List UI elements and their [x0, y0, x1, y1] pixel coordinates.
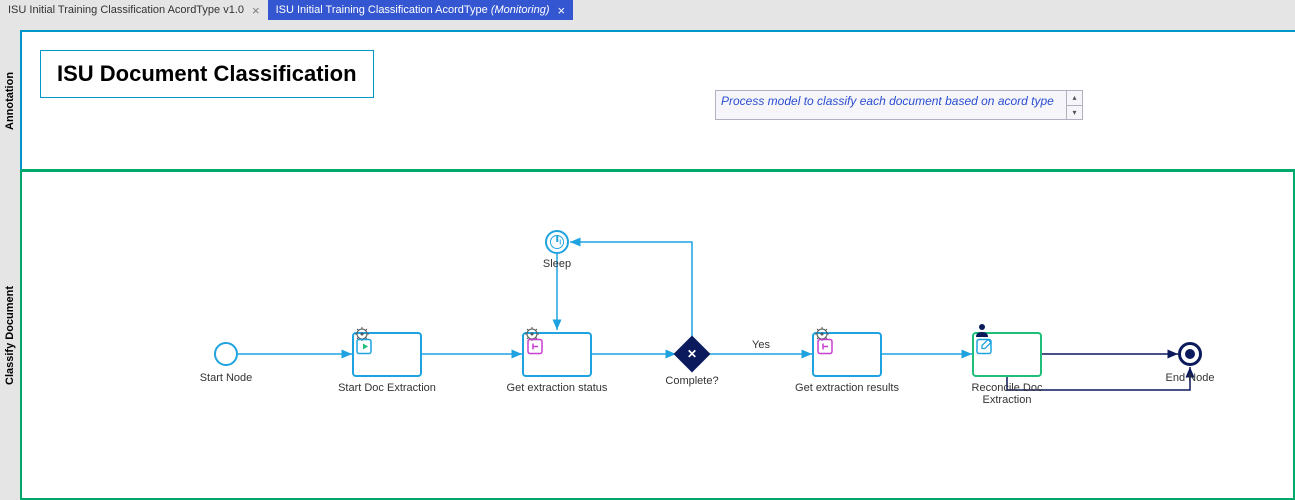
subprocess-icon	[814, 334, 880, 375]
chevron-up-icon[interactable]: ▴	[1067, 91, 1082, 106]
close-icon[interactable]: ×	[252, 3, 260, 18]
start-node[interactable]	[214, 342, 238, 366]
node-label: Sleep	[543, 258, 571, 270]
description-box: Process model to classify each document …	[715, 90, 1083, 120]
description-text[interactable]: Process model to classify each document …	[716, 91, 1066, 119]
node-label: Reconcile Doc Extraction	[952, 382, 1062, 406]
activity-reconcile-doc-extraction[interactable]	[972, 332, 1042, 377]
activity-start-doc-extraction[interactable]	[352, 332, 422, 377]
node-label: End Node	[1166, 372, 1215, 384]
end-node[interactable]	[1178, 342, 1202, 366]
node-label: Complete?	[665, 375, 718, 387]
lane-label-annotation: Annotation	[0, 32, 20, 170]
node-label: Start Node	[200, 372, 253, 384]
subprocess-play-icon	[354, 334, 420, 375]
tab-bar: ISU Initial Training Classification Acor…	[0, 0, 1295, 20]
node-label: Start Doc Extraction	[327, 382, 447, 394]
chevron-down-icon[interactable]: ▾	[1067, 106, 1082, 120]
tab-active[interactable]: ISU Initial Training Classification Acor…	[268, 0, 574, 20]
tab-inactive[interactable]: ISU Initial Training Classification Acor…	[0, 0, 268, 20]
close-icon[interactable]: ×	[558, 3, 566, 18]
edges-layer	[22, 172, 1293, 498]
subprocess-icon	[524, 334, 590, 375]
tab-label: ISU Initial Training Classification Acor…	[8, 4, 244, 16]
node-label: Get extraction status	[487, 382, 627, 394]
lane-label-classify: Classify Document	[0, 170, 20, 500]
edit-task-icon	[974, 334, 1040, 375]
edge-label-yes: Yes	[752, 339, 770, 351]
timer-event-sleep[interactable]	[545, 230, 569, 254]
process-title: ISU Document Classification	[40, 50, 374, 98]
node-label: Get extraction results	[777, 382, 917, 394]
process-canvas: Annotation Classify Document ISU Documen…	[0, 20, 1295, 500]
flow-canvas[interactable]: Start Node Start Doc Extraction Get extr…	[22, 172, 1293, 498]
activity-get-extraction-status[interactable]	[522, 332, 592, 377]
stepper: ▴ ▾	[1066, 91, 1082, 119]
activity-get-extraction-results[interactable]	[812, 332, 882, 377]
tab-label: ISU Initial Training Classification Acor…	[276, 4, 550, 16]
